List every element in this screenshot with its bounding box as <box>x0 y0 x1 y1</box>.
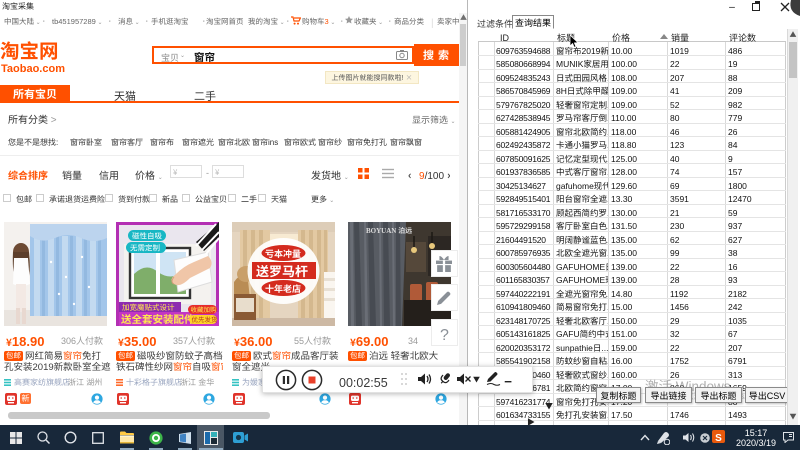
svg-text:十年老店: 十年老店 <box>265 282 301 295</box>
svg-text:送全套安装配件: 送全套安装配件 <box>121 312 195 326</box>
svg-text:收藏加购: 收藏加购 <box>191 304 218 314</box>
svg-text:BOYUAN 泊远: BOYUAN 泊远 <box>366 226 412 236</box>
svg-text:优先发货: 优先发货 <box>192 314 219 324</box>
svg-text:亏本冲量: 亏本冲量 <box>265 247 301 260</box>
svg-text:无需定制: 无需定制 <box>130 243 160 254</box>
svg-text:送罗马杆: 送罗马杆 <box>256 261 308 280</box>
svg-text:磁性自吸: 磁性自吸 <box>132 231 162 242</box>
